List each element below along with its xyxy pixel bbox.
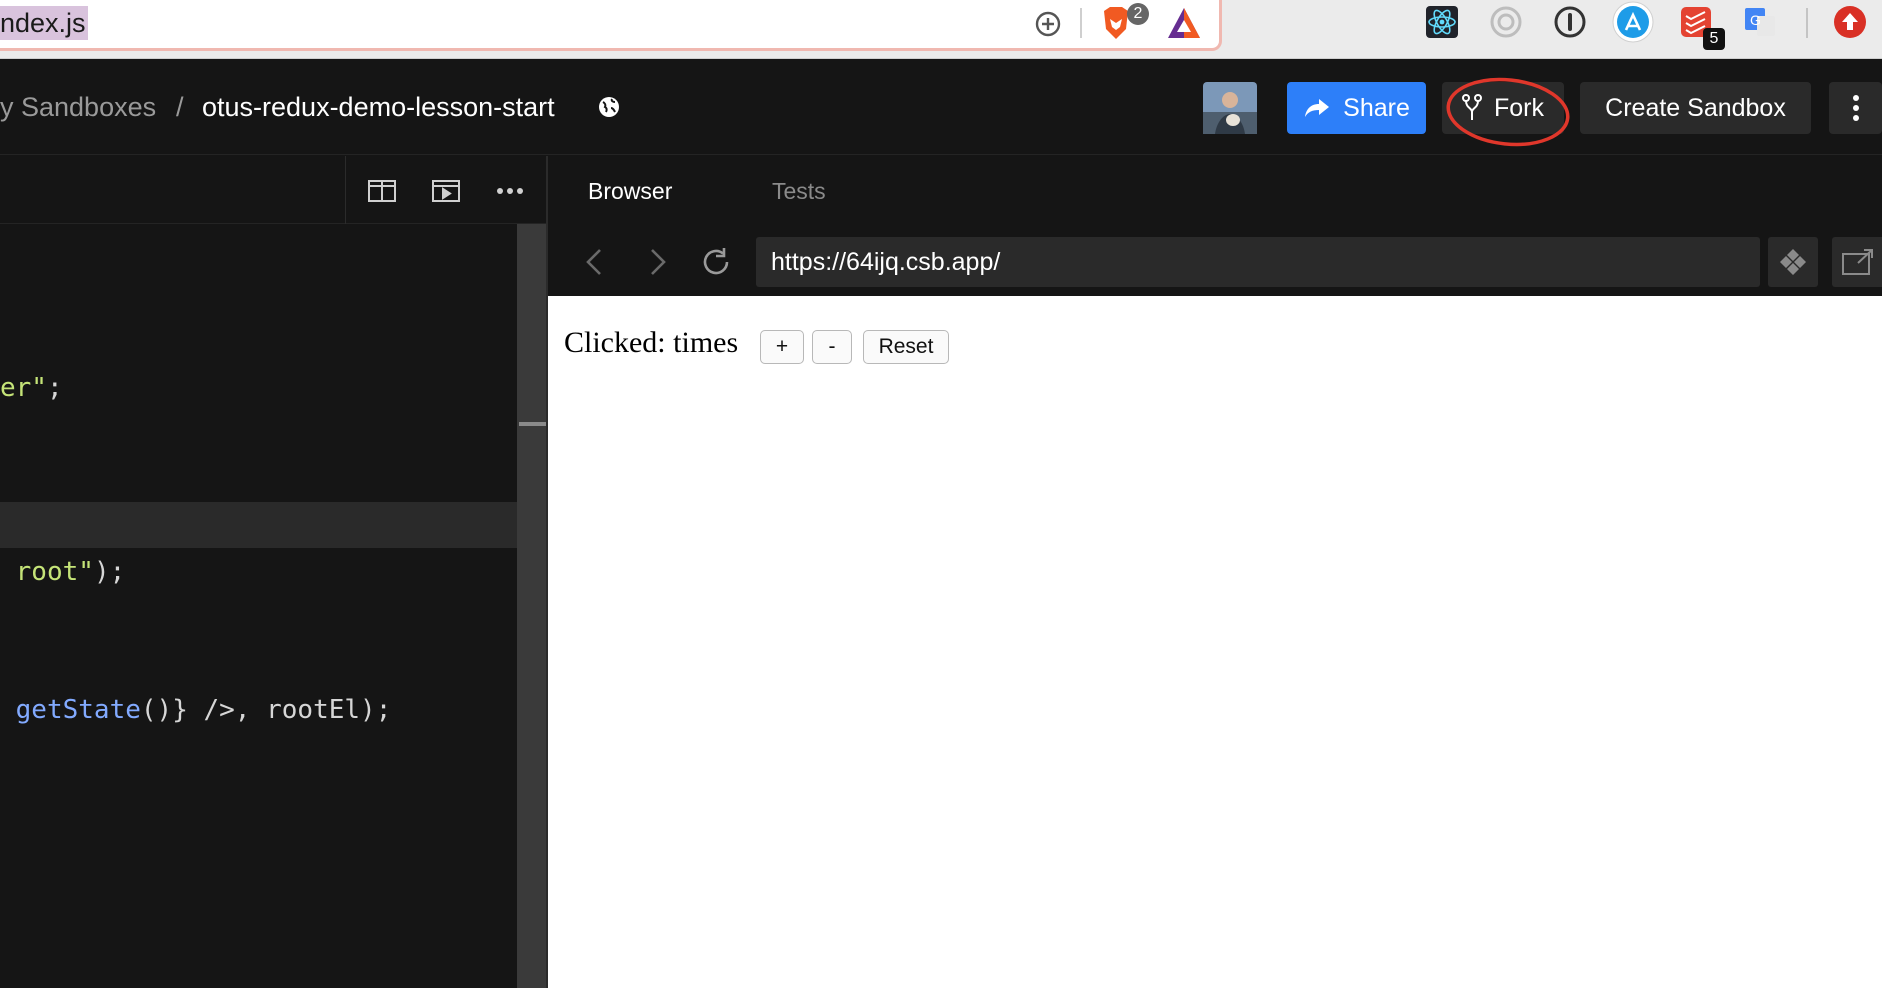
password-manager-icon[interactable]	[1552, 4, 1588, 40]
google-translate-icon[interactable]: G	[1742, 4, 1778, 40]
reset-button[interactable]: Reset	[863, 330, 949, 364]
responsive-mode-button[interactable]	[1768, 237, 1818, 287]
external-link-icon	[1842, 249, 1873, 275]
globe-icon	[599, 97, 619, 117]
code-line[interactable]: getState()} />, rootEl);	[0, 692, 392, 728]
share-arrow-icon	[1305, 99, 1330, 117]
red-circle-annotation	[1446, 77, 1570, 147]
scrollbar-thumb[interactable]	[519, 422, 546, 426]
camera-extension-icon[interactable]	[1488, 4, 1524, 40]
current-line-highlight	[0, 502, 517, 548]
more-menu-button[interactable]	[1829, 82, 1882, 134]
breadcrumb-parent[interactable]: y Sandboxes	[0, 90, 156, 124]
code-line[interactable]: er";	[0, 370, 63, 406]
preview-pane: Browser Tests https://64ijq.csb.app/ Cli…	[548, 156, 1882, 988]
split-view-icon[interactable]	[368, 180, 396, 202]
app-store-icon[interactable]	[1612, 1, 1654, 43]
decrement-button[interactable]: -	[812, 330, 852, 364]
bat-triangle-icon[interactable]	[1166, 6, 1202, 40]
share-button[interactable]: Share	[1287, 82, 1426, 134]
preview-url-input[interactable]: https://64ijq.csb.app/	[756, 237, 1760, 287]
forward-arrow-icon[interactable]	[636, 242, 676, 282]
share-label: Share	[1343, 94, 1410, 122]
code-line[interactable]: root");	[0, 554, 126, 590]
add-circle-icon[interactable]	[1033, 9, 1063, 39]
brave-badge: 2	[1127, 3, 1149, 25]
update-arrow-icon[interactable]	[1833, 5, 1867, 39]
avatar[interactable]	[1203, 82, 1257, 134]
preview-iframe[interactable]: Clicked: times + - Reset	[548, 296, 1882, 988]
editor-toolbar	[0, 156, 546, 224]
refresh-icon[interactable]	[696, 242, 736, 282]
sandbox-title[interactable]: otus-redux-demo-lesson-start	[202, 90, 555, 124]
react-devtools-icon[interactable]	[1424, 4, 1460, 40]
back-arrow-icon[interactable]	[576, 242, 616, 282]
preview-nav-bar: https://64ijq.csb.app/	[548, 228, 1882, 296]
extension-separator	[1806, 8, 1808, 38]
create-sandbox-label: Create Sandbox	[1605, 94, 1786, 122]
breadcrumb-separator: /	[176, 92, 184, 122]
clicked-counter-text: Clicked: times	[564, 326, 739, 359]
tab-browser[interactable]: Browser	[588, 176, 672, 206]
diamond-grid-icon	[1780, 249, 1806, 275]
preview-view-icon[interactable]	[432, 180, 460, 202]
todoist-badge: 5	[1703, 28, 1725, 50]
svg-text:G: G	[1750, 12, 1761, 28]
toolbar-divider	[345, 156, 346, 224]
tab-tests[interactable]: Tests	[772, 176, 826, 206]
vertical-dots-icon	[1852, 95, 1859, 121]
more-options-icon[interactable]	[497, 188, 523, 194]
omnibox-separator	[1080, 8, 1082, 38]
address-bar[interactable]: ndex.js 2	[0, 0, 1222, 51]
create-sandbox-button[interactable]: Create Sandbox	[1580, 82, 1811, 134]
increment-button[interactable]: +	[760, 330, 804, 364]
editor-scrollbar[interactable]	[517, 224, 546, 988]
open-new-window-button[interactable]	[1832, 237, 1882, 287]
browser-toolbar: ndex.js 2 5 G	[0, 0, 1882, 59]
code-editor[interactable]: er"; root"); getState()} />, rootEl);	[0, 156, 546, 988]
address-bar-text[interactable]: ndex.js	[0, 6, 88, 40]
